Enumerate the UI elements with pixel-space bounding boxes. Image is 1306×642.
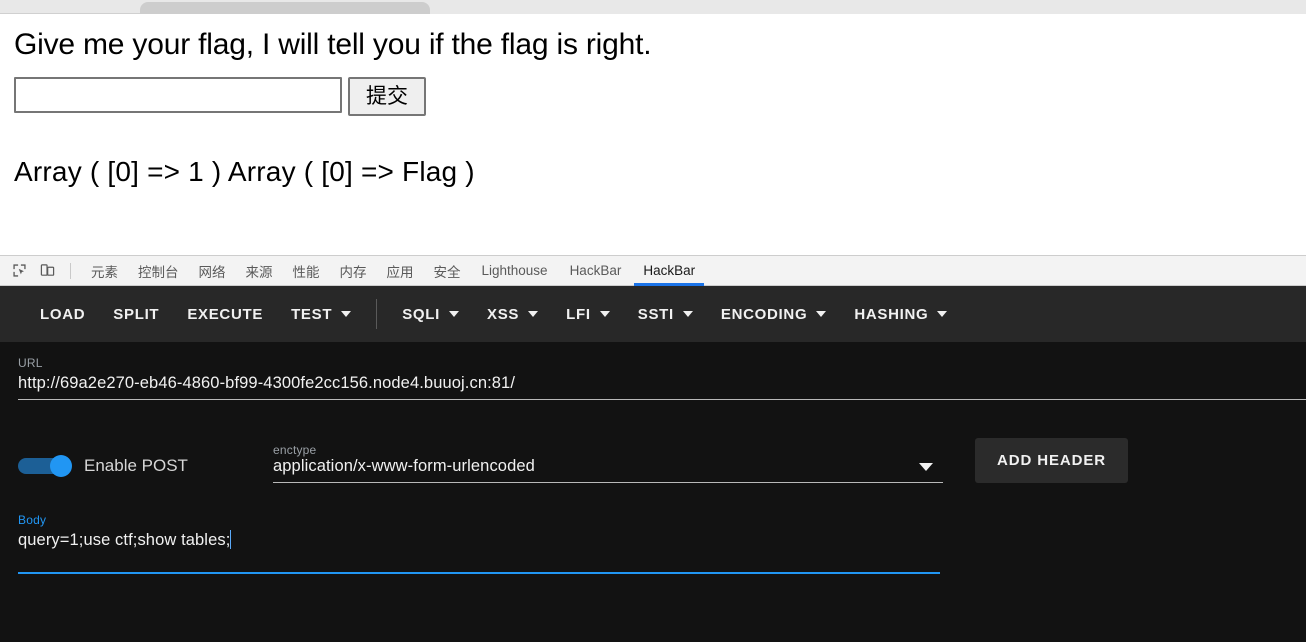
enctype-label: enctype <box>273 443 317 457</box>
hackbar-button-label: LOAD <box>40 305 86 323</box>
hackbar-toolbar-divider <box>376 299 378 329</box>
chevron-down-icon <box>919 462 933 471</box>
enctype-underline <box>273 482 943 483</box>
hackbar-button-execute[interactable]: EXECUTE <box>173 298 277 331</box>
browser-chrome-strip <box>0 0 1306 14</box>
hackbar-button-label: SPLIT <box>113 305 160 323</box>
devtools-tab-7[interactable]: 安全 <box>424 256 471 286</box>
flag-input[interactable] <box>14 76 342 113</box>
url-input[interactable]: http://69a2e270-eb46-4860-bf99-4300fe2cc… <box>18 374 1288 399</box>
device-toolbar-icon[interactable] <box>34 259 60 283</box>
chevron-down-icon <box>599 311 610 317</box>
devtools-tab-3[interactable]: 来源 <box>236 256 283 286</box>
hackbar-button-test[interactable]: TEST <box>277 298 365 331</box>
chevron-down-icon <box>528 311 539 317</box>
devtools-tab-2[interactable]: 网络 <box>189 256 236 286</box>
devtools-tab-9[interactable]: HackBar <box>559 256 633 286</box>
devtools-tab-list: 元素 控制台 网络 来源 性能 内存 应用 安全 Lighthouse HackBar HackBa… <box>81 256 706 286</box>
enable-post-toggle[interactable] <box>18 455 72 477</box>
hackbar-button-load[interactable]: LOAD <box>26 298 99 331</box>
chevron-down-icon <box>937 311 948 317</box>
body-input[interactable]: query=1;use ctf;show tables; <box>18 530 232 556</box>
hackbar-button-label: HASHING <box>854 305 929 323</box>
hackbar-button-encoding[interactable]: ENCODING <box>707 298 840 331</box>
hackbar-action-toolbar: LOAD SPLIT EXECUTE TEST SQLI XSS LFI SSTI ENCODI… <box>0 286 1306 342</box>
enable-post-toggle-group[interactable]: Enable POST <box>18 455 273 483</box>
body-label: Body <box>18 513 47 527</box>
hackbar-button-label: ENCODING <box>720 305 808 323</box>
hackbar-body: URL http://69a2e270-eb46-4860-bf99-4300f… <box>0 342 1306 642</box>
body-underline <box>18 572 940 574</box>
chevron-down-icon <box>682 311 693 317</box>
url-underline <box>18 399 1306 400</box>
devtools-tab-6[interactable]: 应用 <box>377 256 424 286</box>
devtools-panel: 元素 控制台 网络 来源 性能 内存 应用 安全 Lighthouse HackBar HackBa… <box>0 255 1306 642</box>
toggle-knob <box>50 455 72 477</box>
url-label: URL <box>18 356 43 370</box>
chevron-down-icon <box>816 311 827 317</box>
hackbar-button-ssti[interactable]: SSTI <box>624 298 707 331</box>
text-cursor <box>230 530 232 549</box>
devtools-tab-0[interactable]: 元素 <box>81 256 128 286</box>
hackbar-button-hashing[interactable]: HASHING <box>840 298 961 331</box>
browser-tab[interactable] <box>140 2 430 14</box>
chevron-down-icon <box>449 311 460 317</box>
devtools-tab-5[interactable]: 内存 <box>330 256 377 286</box>
devtools-tabbar: 元素 控制台 网络 来源 性能 内存 应用 安全 Lighthouse HackBar HackBa… <box>0 255 1306 286</box>
toolbar-divider <box>70 262 71 279</box>
hackbar-button-label: TEST <box>291 305 333 323</box>
hackbar-button-label: SQLI <box>402 305 441 323</box>
browser-tabstrip-empty <box>430 0 1306 14</box>
web-page-content: Give me your flag, I will tell you if th… <box>0 14 1306 255</box>
hackbar-button-split[interactable]: SPLIT <box>99 298 173 331</box>
hackbar-button-xss[interactable]: XSS <box>473 298 552 331</box>
devtools-tab-8[interactable]: Lighthouse <box>471 256 559 286</box>
inspect-element-icon[interactable] <box>6 259 32 283</box>
hackbar-button-label: XSS <box>487 305 520 323</box>
page-title: Give me your flag, I will tell you if th… <box>14 28 652 61</box>
enctype-select[interactable]: application/x-www-form-urlencoded <box>273 457 943 482</box>
hackbar-button-label: SSTI <box>637 305 674 323</box>
body-field-row: Body query=1;use ctf;show tables; <box>18 513 940 574</box>
flag-form: 提交 <box>14 76 1306 116</box>
enctype-value-text: application/x-www-form-urlencoded <box>273 457 535 475</box>
chevron-down-icon <box>341 311 352 317</box>
devtools-tab-1[interactable]: 控制台 <box>128 256 189 286</box>
hackbar-button-sqli[interactable]: SQLI <box>388 298 473 331</box>
php-array-output: Array ( [0] => 1 ) Array ( [0] => Flag ) <box>14 155 475 187</box>
add-header-button[interactable]: ADD HEADER <box>975 438 1129 483</box>
enctype-field[interactable]: enctype application/x-www-form-urlencode… <box>273 443 943 483</box>
submit-button[interactable]: 提交 <box>348 76 426 116</box>
url-field-row: URL http://69a2e270-eb46-4860-bf99-4300f… <box>18 342 1306 400</box>
body-value-text: query=1;use ctf;show tables; <box>18 531 231 549</box>
hackbar-button-label: EXECUTE <box>187 305 264 323</box>
hackbar-button-lfi[interactable]: LFI <box>552 298 624 331</box>
enable-post-label: Enable POST <box>84 456 188 475</box>
post-settings-row: Enable POST enctype application/x-www-fo… <box>18 438 1288 483</box>
hackbar-button-label: LFI <box>566 305 591 323</box>
devtools-tab-4[interactable]: 性能 <box>283 256 330 286</box>
devtools-tab-10[interactable]: HackBar <box>632 256 706 286</box>
